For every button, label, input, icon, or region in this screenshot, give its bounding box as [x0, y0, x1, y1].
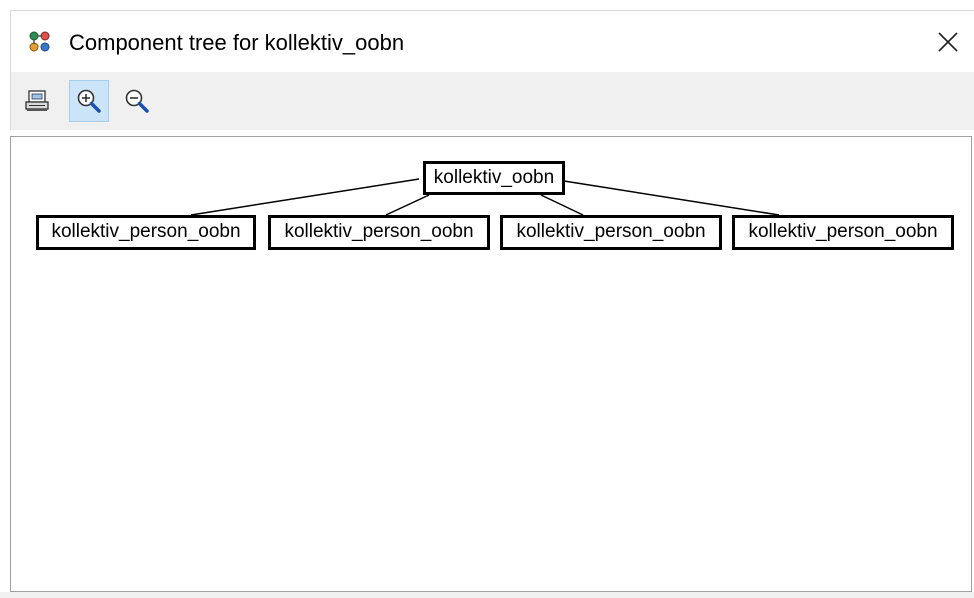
component-tree-icon	[29, 31, 51, 53]
node-label: kollektiv_person_oobn	[284, 221, 474, 242]
tree-edge	[540, 194, 584, 216]
node-label: kollektiv_person_oobn	[516, 221, 706, 242]
toolbar	[10, 72, 974, 130]
tree-node-child[interactable]: kollektiv_person_oobn	[36, 215, 256, 250]
tree-edge	[563, 180, 780, 216]
tree-node-child[interactable]: kollektiv_person_oobn	[500, 215, 722, 250]
component-tree-window: Component tree for kollektiv_oobn kollek…	[0, 0, 974, 598]
zoom-out-button[interactable]	[117, 80, 157, 122]
tree-edges	[190, 178, 780, 216]
title-bar: Component tree for kollektiv_oobn	[10, 10, 974, 73]
zoom-in-button[interactable]	[69, 80, 109, 122]
window-bottom-edge	[0, 592, 974, 598]
tree-edge	[190, 178, 420, 216]
node-label: kollektiv_person_oobn	[748, 221, 938, 242]
zoom-in-icon	[77, 89, 101, 113]
tree-node-child[interactable]: kollektiv_person_oobn	[732, 215, 954, 250]
close-button[interactable]	[929, 23, 967, 61]
window-title: Component tree for kollektiv_oobn	[69, 30, 405, 55]
tree-canvas[interactable]: kollektiv_oobn kollektiv_person_oobn kol…	[10, 136, 972, 592]
close-icon	[938, 32, 958, 52]
print-icon	[25, 90, 49, 111]
zoom-out-icon	[125, 89, 149, 113]
tree-edge	[385, 194, 430, 216]
node-label: kollektiv_oobn	[433, 167, 555, 188]
tree-node-root[interactable]: kollektiv_oobn	[423, 161, 565, 195]
node-label: kollektiv_person_oobn	[51, 221, 241, 242]
print-button[interactable]	[17, 80, 57, 122]
tree-node-child[interactable]: kollektiv_person_oobn	[268, 215, 490, 250]
